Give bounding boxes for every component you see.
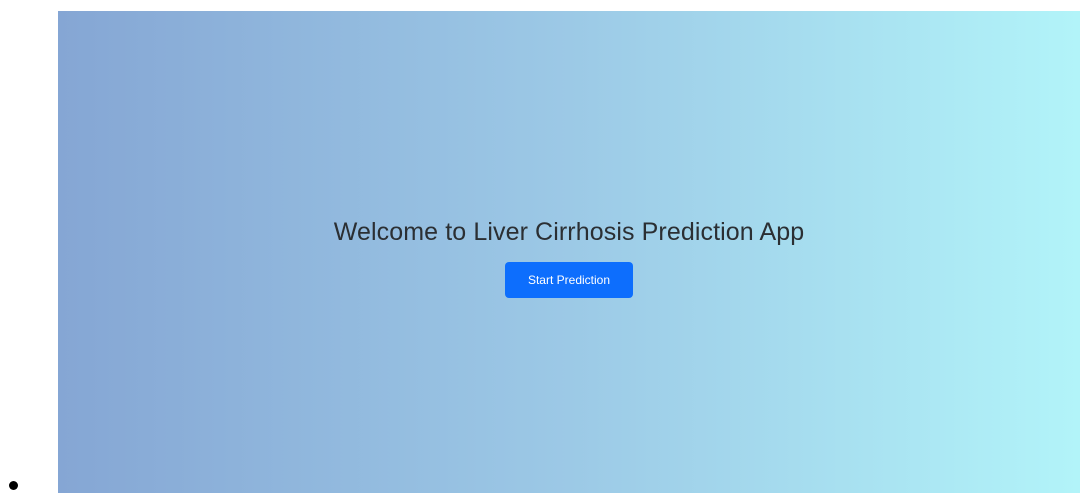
- list-bullet: [9, 481, 18, 490]
- start-prediction-button[interactable]: Start Prediction: [505, 262, 633, 298]
- hero-section: Welcome to Liver Cirrhosis Prediction Ap…: [58, 11, 1080, 493]
- page: Welcome to Liver Cirrhosis Prediction Ap…: [0, 0, 1080, 493]
- page-title: Welcome to Liver Cirrhosis Prediction Ap…: [333, 218, 805, 246]
